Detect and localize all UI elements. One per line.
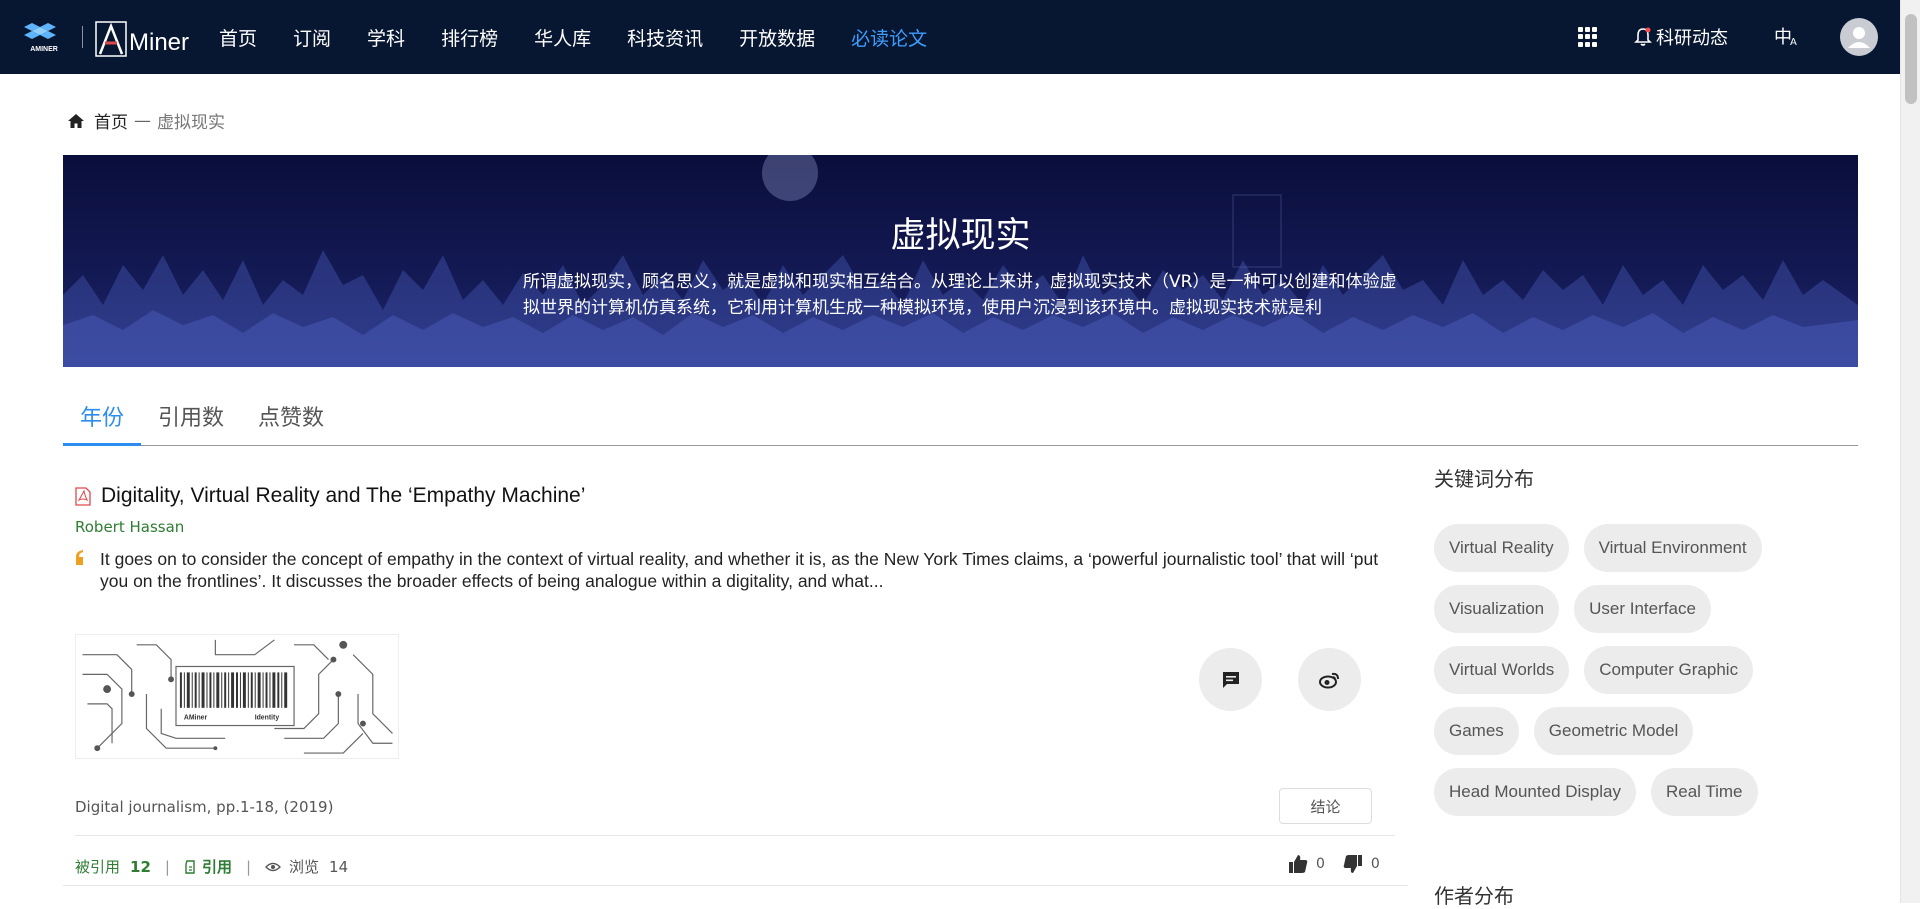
home-icon[interactable] (68, 113, 84, 128)
topbar-actions: 科研动态 中 A (1578, 0, 1900, 74)
like-button[interactable]: 0 (1288, 854, 1325, 874)
weibo-icon (1318, 672, 1339, 688)
keyword-tag[interactable]: Virtual Worlds (1434, 646, 1570, 694)
breadcrumb-current: 虚拟现实 (157, 113, 225, 133)
breadcrumb: 首页 — 虚拟现实 (68, 108, 225, 133)
cited-by-count: 12 (130, 858, 151, 876)
thumbs-down-icon (1343, 855, 1362, 873)
aminer-wordmark-text: Miner (129, 29, 190, 56)
nav-chinese-talents[interactable]: 华人库 (534, 24, 591, 51)
authors-title: 作者分布 (1434, 884, 1514, 908)
keywords-title: 关键词分布 (1434, 467, 1534, 491)
conclusion-button[interactable]: 结论 (1279, 788, 1372, 824)
like-count: 0 (1316, 856, 1325, 872)
user-icon (1848, 27, 1870, 48)
cite-icon (185, 859, 195, 874)
weibo-share-button[interactable] (1298, 648, 1361, 711)
paper-votes: 0 0 (1288, 854, 1398, 874)
quote-icon (76, 550, 83, 565)
circuit-barcode-image: AMiner Identity (82, 639, 393, 754)
keyword-tag[interactable]: Visualization (1434, 585, 1560, 633)
research-news-label: 科研动态 (1656, 28, 1728, 49)
tab-citations[interactable]: 引用数 (141, 390, 241, 445)
aminer-wordmark[interactable]: Miner (95, 17, 189, 57)
cited-by-label: 被引用 (75, 858, 121, 876)
views-label: 浏览 (289, 858, 320, 876)
keyword-cloud: Virtual Reality Virtual Environment Visu… (1434, 524, 1844, 829)
keyword-tag[interactable]: Virtual Reality (1434, 524, 1569, 572)
paper-divider (75, 835, 1395, 836)
keyword-tag[interactable]: Games (1434, 707, 1519, 755)
pdf-icon[interactable] (75, 486, 91, 506)
aminer-logo-text: AMINER (30, 46, 58, 53)
views: 浏览 14 (265, 856, 348, 877)
page-scrollbar[interactable] (1900, 0, 1920, 903)
nav-open-data[interactable]: 开放数据 (739, 24, 815, 51)
breadcrumb-separator: — (134, 110, 151, 131)
paper-thumbnail[interactable]: AMiner Identity (75, 634, 399, 759)
comment-icon (1222, 671, 1239, 688)
views-count: 14 (329, 857, 349, 876)
stats-separator: | (164, 857, 170, 876)
apps-grid-icon[interactable] (1578, 27, 1598, 47)
breadcrumb-home[interactable]: 首页 (94, 108, 128, 133)
sidebar: 关键词分布 Virtual Reality Virtual Environmen… (1434, 463, 1844, 908)
main-nav: 首页 订阅 学科 排行榜 华人库 科技资讯 开放数据 必读论文 (219, 0, 963, 74)
nav-rankings[interactable]: 排行榜 (441, 24, 498, 51)
lang-a-label: A (1790, 37, 1797, 48)
paper-title[interactable]: Digitality, Virtual Reality and The ‘Emp… (101, 484, 585, 508)
brand-divider (82, 26, 83, 48)
keyword-tag[interactable]: Virtual Environment (1583, 524, 1762, 572)
cite-label: 引用 (201, 858, 232, 876)
tab-year[interactable]: 年份 (63, 390, 142, 446)
nav-subscribe[interactable]: 订阅 (293, 24, 331, 51)
keyword-tag[interactable]: Real Time (1650, 768, 1758, 816)
paper-abstract-text: It goes on to consider the concept of em… (100, 549, 1379, 591)
paper-abstract: It goes on to consider the concept of em… (75, 548, 1408, 592)
brand: AMINER Miner (18, 0, 189, 74)
paper-stats: 被引用 12 | 引用 | 浏览 14 (75, 856, 348, 877)
sort-tabs: 年份 引用数 点赞数 (63, 390, 1858, 446)
comment-button[interactable] (1199, 648, 1262, 711)
thumbnail-label-left: AMiner (184, 715, 208, 722)
nav-home[interactable]: 首页 (219, 24, 257, 51)
stats-separator: | (245, 857, 252, 876)
paper-venue: Digital journalism, pp.1-18, (2019) (75, 798, 334, 816)
banner-background-graphic (63, 155, 1858, 367)
nav-subjects[interactable]: 学科 (367, 24, 405, 51)
paper-card: Digitality, Virtual Reality and The ‘Emp… (63, 470, 1408, 886)
cited-by[interactable]: 被引用 12 (75, 856, 151, 877)
paper-author[interactable]: Robert Hassan (75, 518, 1408, 536)
nav-tech-news[interactable]: 科技资讯 (627, 24, 703, 51)
keyword-tag[interactable]: Computer Graphic (1584, 646, 1754, 694)
cite-button[interactable]: 引用 (184, 856, 232, 877)
thumbs-up-icon (1289, 855, 1308, 873)
tab-likes[interactable]: 点赞数 (241, 390, 341, 445)
keyword-tag[interactable]: Geometric Model (1533, 707, 1694, 755)
language-switch-icon[interactable]: 中 A (1774, 23, 1802, 51)
research-news-button[interactable]: 科研动态 (1634, 24, 1728, 50)
banner-title: 虚拟现实 (890, 216, 1031, 256)
banner-description: 所谓虚拟现实，顾名思义，就是虚拟和现实相互结合。从理论上来讲，虚拟现实技术（VR… (523, 272, 1397, 318)
thumbnail-label-right: Identity (255, 715, 280, 722)
aminer-logo[interactable]: AMINER (18, 21, 70, 53)
scrollbar-thumb[interactable] (1905, 14, 1917, 104)
keyword-tag[interactable]: User Interface (1574, 585, 1711, 633)
paper-bottom-divider (63, 885, 1408, 886)
bell-icon (1634, 27, 1652, 46)
topic-banner: 虚拟现实 所谓虚拟现实，顾名思义，就是虚拟和现实相互结合。从理论上来讲，虚拟现实… (63, 155, 1858, 367)
dislike-button[interactable]: 0 (1343, 854, 1380, 874)
dislike-count: 0 (1370, 856, 1380, 872)
eye-icon (265, 862, 281, 871)
top-navbar: AMINER Miner 首页 订阅 学科 排行榜 华人库 科技资讯 开放数据 … (0, 0, 1900, 74)
nav-must-read-papers[interactable]: 必读论文 (851, 24, 927, 51)
keyword-tag[interactable]: Head Mounted Display (1434, 768, 1636, 816)
paper-title-row: Digitality, Virtual Reality and The ‘Emp… (75, 484, 1408, 508)
user-avatar[interactable] (1840, 18, 1878, 56)
aminer-a-mark-icon (95, 21, 127, 57)
